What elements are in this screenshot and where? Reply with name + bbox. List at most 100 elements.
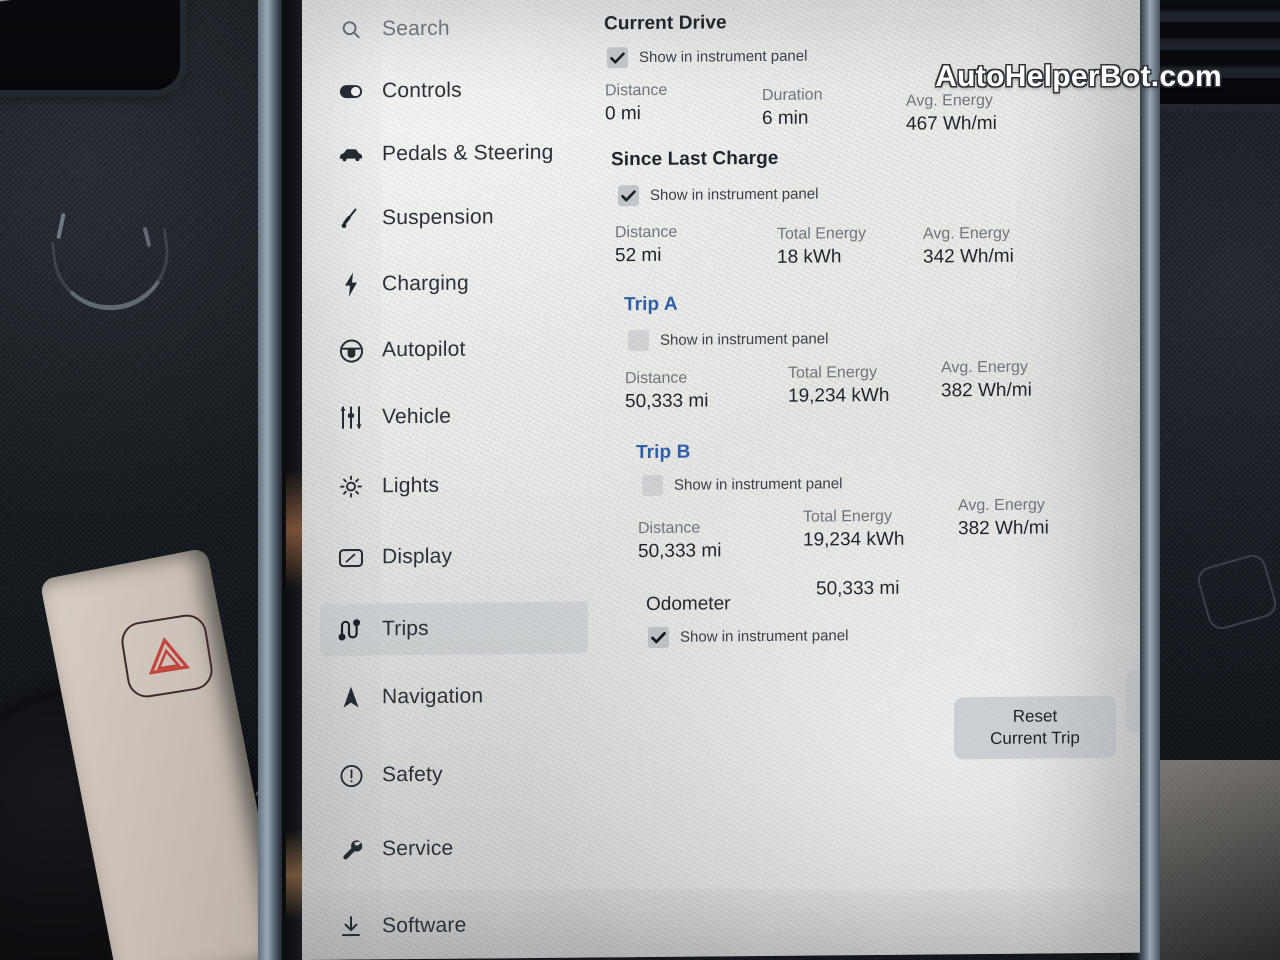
metric-value: 382 Wh/mi: [941, 379, 1032, 402]
metric-value: 18 kWh: [777, 246, 842, 268]
exclamation-circle-icon: [338, 762, 364, 788]
sidebar-item-label: Pedals & Steering: [382, 140, 554, 166]
car-icon: [338, 141, 364, 167]
sidebar-item-label: Software: [382, 913, 467, 938]
odometer-show-in-panel-checkbox[interactable]: Show in instrument panel: [648, 625, 848, 648]
metric-trip-b-avg-energy: Avg. Energy 382 Wh/mi: [958, 495, 1049, 541]
trip-b-show-in-panel-checkbox[interactable]: Show in instrument panel: [642, 473, 843, 497]
floor-area: [1160, 760, 1280, 960]
metric-label: Total Energy: [803, 507, 892, 526]
sidebar-item-pedals-steering[interactable]: Pedals & Steering: [320, 127, 588, 181]
checkbox-unchecked-icon: [642, 474, 663, 497]
sidebar-item-autopilot[interactable]: Autopilot: [320, 323, 588, 377]
right-dashboard: [1138, 0, 1280, 960]
sidebar-item-controls[interactable]: Controls: [320, 64, 588, 118]
metric-since-last-charge-total-energy: Total Energy 18 kWh: [777, 224, 866, 270]
sidebar-item-label: Charging: [382, 271, 469, 296]
download-icon: [338, 913, 364, 939]
section-title-current-drive: Current Drive: [604, 12, 727, 35]
metric-value: 0 mi: [605, 103, 641, 125]
metric-since-last-charge-distance: Distance 52 mi: [615, 223, 677, 269]
hazard-lights-button[interactable]: [118, 611, 216, 701]
sidebar-item-service[interactable]: Service: [320, 822, 588, 876]
sidebar-item-label: Suspension: [382, 205, 494, 230]
sidebar-item-charging[interactable]: Charging: [320, 257, 588, 311]
metric-label: Distance: [625, 369, 688, 388]
screen-bezel-right: [1138, 0, 1160, 960]
watermark: AutoHelperBot.com: [935, 60, 1222, 93]
shock-absorber-icon: [338, 205, 364, 231]
checkbox-checked-icon: [648, 626, 669, 648]
sidebar-item-safety[interactable]: Safety: [320, 748, 588, 802]
metric-value: 467 Wh/mi: [906, 112, 997, 135]
metric-label: Distance: [638, 519, 701, 538]
odometer-value: 50,333 mi: [816, 577, 900, 600]
section-title-since-last-charge: Since Last Charge: [611, 147, 779, 171]
dashboard-scuff-mark: [45, 205, 176, 317]
sidebar-item-label: Service: [382, 836, 454, 861]
metric-trip-b-distance: Distance 50,333 mi: [638, 518, 721, 564]
metric-value: 6 min: [762, 107, 809, 129]
light-bulb-icon: [338, 473, 364, 499]
metric-trip-b-total-energy: Total Energy 19,234 kWh: [803, 507, 904, 554]
metric-value: 19,234 kWh: [803, 528, 905, 551]
left-air-vent: [0, 0, 180, 90]
metric-trip-a-total-energy: Total Energy 19,234 kWh: [788, 363, 889, 410]
search-icon: [338, 16, 364, 42]
current-drive-show-in-panel-checkbox[interactable]: Show in instrument panel: [607, 46, 807, 69]
metric-label: Distance: [605, 81, 668, 100]
since-last-charge-show-in-panel-checkbox[interactable]: Show in instrument panel: [618, 183, 818, 207]
sidebar-item-vehicle[interactable]: Vehicle: [320, 390, 588, 444]
bolt-icon: [338, 271, 364, 297]
sidebar-item-lights[interactable]: Lights: [320, 459, 588, 513]
reset-current-trip-button[interactable]: Reset Current Trip: [954, 695, 1116, 760]
sidebar-item-label: Lights: [382, 473, 440, 498]
sidebar-item-suspension[interactable]: Suspension: [320, 191, 588, 245]
checkbox-label: Show in instrument panel: [674, 475, 843, 494]
trips-panel: Current Drive Show in instrument panel D…: [598, 0, 1140, 957]
sidebar-item-label: Safety: [382, 762, 443, 787]
checkbox-checked-icon: [618, 185, 639, 207]
metric-label: Total Energy: [788, 363, 877, 382]
checkbox-label: Show in instrument panel: [660, 330, 829, 349]
metric-value: 19,234 kWh: [788, 384, 890, 407]
sidebar-item-label: Display: [382, 544, 453, 569]
sidebar-item-display[interactable]: Display: [320, 530, 588, 584]
metric-label: Total Energy: [777, 225, 866, 243]
trips-icon: [338, 616, 364, 642]
hazard-triangle-icon: [148, 637, 191, 675]
sidebar-item-search[interactable]: Search: [320, 2, 588, 56]
metric-since-last-charge-avg-energy: Avg. Energy 342 Wh/mi: [923, 224, 1014, 270]
reset-trip-a-button[interactable]: Reset Trip A: [1126, 667, 1140, 733]
metric-value: 382 Wh/mi: [958, 517, 1049, 540]
sidebar-item-trips[interactable]: Trips: [320, 601, 588, 656]
sidebar-item-label: Navigation: [382, 684, 484, 709]
metric-label: Avg. Energy: [923, 224, 1010, 243]
checkbox-unchecked-icon: [628, 329, 649, 352]
button-line-1: Reset: [1012, 705, 1058, 726]
metric-value: 52 mi: [615, 244, 662, 267]
section-title-trip-b: Trip B: [636, 441, 691, 464]
metric-value: 50,333 mi: [638, 540, 722, 563]
sliders-icon: [338, 404, 364, 430]
checkbox-label: Show in instrument panel: [680, 627, 849, 646]
section-title-trip-a: Trip A: [624, 293, 678, 316]
metric-label: Avg. Energy: [906, 91, 993, 110]
metric-trip-a-distance: Distance 50,333 mi: [625, 368, 708, 414]
metric-label: Duration: [762, 86, 823, 104]
sidebar-item-label: Search: [382, 16, 450, 41]
metric-label: Avg. Energy: [958, 496, 1045, 515]
tesla-touchscreen[interactable]: Search Controls Pedals & Steering Suspen…: [302, 0, 1140, 960]
sidebar-item-label: Vehicle: [382, 404, 452, 429]
toggle-icon: [338, 78, 364, 104]
car-interior-photo: Search Controls Pedals & Steering Suspen…: [0, 0, 1280, 960]
metric-current-drive-avg-energy: Avg. Energy 467 Wh/mi: [906, 91, 997, 137]
checkbox-label: Show in instrument panel: [639, 47, 808, 67]
settings-sidebar[interactable]: Search Controls Pedals & Steering Suspen…: [302, 0, 598, 960]
trip-a-show-in-panel-checkbox[interactable]: Show in instrument panel: [628, 328, 829, 352]
wrench-icon: [338, 836, 364, 862]
sidebar-item-navigation[interactable]: Navigation: [320, 670, 588, 724]
sidebar-item-software[interactable]: Software: [320, 899, 588, 953]
button-line-2: Current Trip: [990, 728, 1080, 748]
display-icon: [338, 544, 364, 570]
